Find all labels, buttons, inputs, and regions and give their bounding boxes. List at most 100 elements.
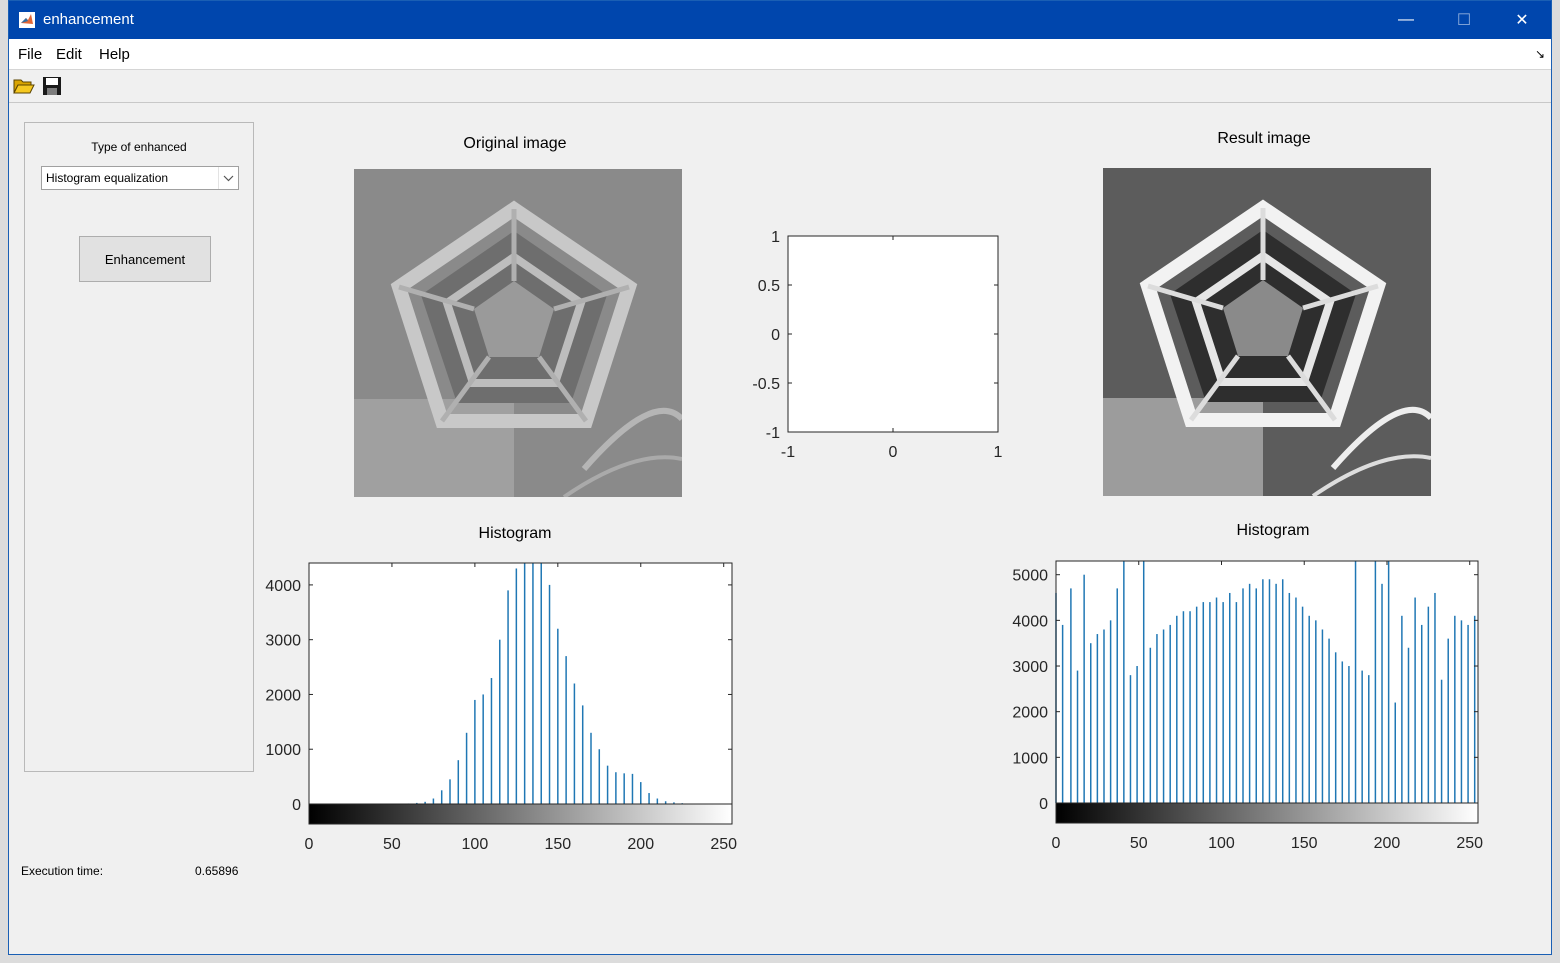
menu-edit[interactable]: Edit bbox=[56, 46, 82, 63]
x-tick-label: 150 bbox=[1291, 835, 1318, 852]
histogram-bar bbox=[440, 790, 443, 804]
toolbar bbox=[9, 70, 1551, 103]
histogram-bar bbox=[1341, 661, 1344, 803]
result-image bbox=[1103, 168, 1431, 496]
undock-arrow-icon[interactable]: ↘ bbox=[1535, 47, 1545, 61]
histogram-bar bbox=[1189, 611, 1191, 803]
x-tick-label: 50 bbox=[383, 836, 401, 853]
original-image-title: Original image bbox=[463, 135, 567, 152]
histogram-bar bbox=[1420, 624, 1423, 803]
save-disk-icon[interactable] bbox=[41, 76, 63, 96]
histogram-bar bbox=[598, 749, 601, 804]
histogram-bar bbox=[1414, 597, 1416, 803]
histogram-bar bbox=[1162, 629, 1165, 803]
histogram-bar bbox=[1136, 666, 1138, 803]
original-image bbox=[354, 169, 682, 497]
histogram-bar bbox=[490, 678, 493, 804]
histogram-bar bbox=[1334, 652, 1337, 803]
type-label: Type of enhanced bbox=[91, 140, 187, 154]
histogram-bar bbox=[590, 732, 592, 804]
histogram-bar bbox=[540, 563, 542, 804]
x-tick-label: 0 bbox=[305, 836, 314, 853]
histogram-bar bbox=[1103, 629, 1105, 803]
histogram-bar bbox=[1288, 592, 1291, 803]
maximize-button[interactable]: ☐ bbox=[1435, 1, 1493, 39]
enhancement-button[interactable]: Enhancement bbox=[79, 236, 211, 282]
histogram-bar bbox=[1295, 597, 1297, 803]
result-histogram-chart: 5000 4000 3000 2000 1000 0 0 50 100 150 200 250 bbox=[1012, 560, 1483, 852]
histogram-bar bbox=[1308, 615, 1310, 803]
result-image-title: Result image bbox=[1217, 130, 1311, 147]
histogram-bar bbox=[1096, 634, 1099, 803]
control-panel: Type of enhanced Histogram equalization … bbox=[24, 122, 254, 772]
histogram-bar bbox=[457, 760, 460, 804]
histogram-bar bbox=[449, 779, 451, 804]
histogram-bar bbox=[1381, 583, 1383, 803]
histogram-bar bbox=[1123, 561, 1125, 803]
histogram-bar bbox=[1368, 675, 1370, 803]
histogram-bar bbox=[1169, 624, 1171, 803]
y-tick-label: -0.5 bbox=[752, 376, 780, 393]
x-tick-label: 1 bbox=[994, 444, 1003, 461]
app-window: enhancement — ☐ ✕ File Edit Help ↘ Type … bbox=[8, 0, 1552, 955]
plot-area bbox=[309, 563, 732, 824]
menu-help[interactable]: Help bbox=[99, 46, 130, 63]
histogram-bar bbox=[640, 782, 642, 804]
histogram-bar bbox=[1315, 620, 1317, 803]
histogram-bar bbox=[606, 765, 609, 804]
minimize-button[interactable]: — bbox=[1377, 1, 1435, 39]
select-value: Histogram equalization bbox=[46, 171, 169, 185]
histogram-bar bbox=[482, 694, 484, 804]
original-histogram-title: Histogram bbox=[478, 525, 552, 542]
histogram-bar bbox=[1301, 606, 1304, 803]
minimize-icon: — bbox=[1398, 11, 1414, 28]
x-tick-label: 200 bbox=[1374, 835, 1401, 852]
chevron-down-icon[interactable] bbox=[218, 167, 238, 189]
histogram-bar bbox=[1268, 579, 1271, 803]
x-tick-label: 50 bbox=[1130, 835, 1148, 852]
histogram-bar bbox=[1467, 624, 1469, 803]
menu-file[interactable]: File bbox=[18, 46, 42, 63]
histogram-bar bbox=[1235, 602, 1238, 803]
title-bar[interactable]: enhancement — ☐ ✕ bbox=[9, 1, 1551, 39]
histogram-bar bbox=[1070, 588, 1072, 803]
histogram-bar bbox=[432, 798, 435, 804]
histogram-bar bbox=[1156, 634, 1158, 803]
x-tick-label: 0 bbox=[889, 444, 898, 461]
histogram-bar bbox=[1242, 588, 1244, 803]
histogram-bar bbox=[1142, 561, 1145, 803]
histogram-bar bbox=[623, 773, 625, 804]
histogram-bar bbox=[1076, 670, 1079, 803]
y-tick-label: 1 bbox=[771, 229, 780, 246]
matlab-logo-icon bbox=[19, 12, 35, 28]
close-button[interactable]: ✕ bbox=[1493, 1, 1551, 39]
open-folder-icon[interactable] bbox=[13, 76, 35, 96]
histogram-bar bbox=[499, 639, 501, 804]
histogram-bar bbox=[515, 568, 518, 804]
histogram-bar bbox=[1129, 675, 1132, 803]
histogram-bar bbox=[1460, 620, 1463, 803]
x-tick-label: 250 bbox=[710, 836, 737, 853]
y-tick-label: 2000 bbox=[1012, 705, 1048, 722]
histogram-bar bbox=[1202, 602, 1205, 803]
histogram-bar bbox=[1328, 638, 1330, 803]
histogram-bar bbox=[1176, 615, 1178, 803]
histogram-bar bbox=[1374, 561, 1377, 803]
y-tick-label: 4000 bbox=[265, 578, 301, 595]
histogram-bar bbox=[1440, 679, 1443, 803]
histogram-bar bbox=[581, 705, 584, 804]
histogram-bar bbox=[1434, 592, 1436, 803]
x-tick-label: 0 bbox=[1052, 835, 1061, 852]
y-tick-label: 2000 bbox=[265, 687, 301, 704]
histogram-bar bbox=[1454, 615, 1456, 803]
y-tick-label: 5000 bbox=[1012, 568, 1048, 585]
histogram-bar bbox=[1215, 597, 1218, 803]
histogram-bar bbox=[1083, 574, 1085, 803]
histogram-bar bbox=[507, 590, 509, 804]
histogram-bar bbox=[1061, 624, 1064, 803]
x-tick-label: 150 bbox=[544, 836, 571, 853]
x-tick-label: 100 bbox=[1208, 835, 1235, 852]
histogram-bar bbox=[1109, 620, 1112, 803]
enhancement-type-select[interactable]: Histogram equalization bbox=[41, 166, 239, 190]
histogram-bar bbox=[1473, 615, 1476, 803]
